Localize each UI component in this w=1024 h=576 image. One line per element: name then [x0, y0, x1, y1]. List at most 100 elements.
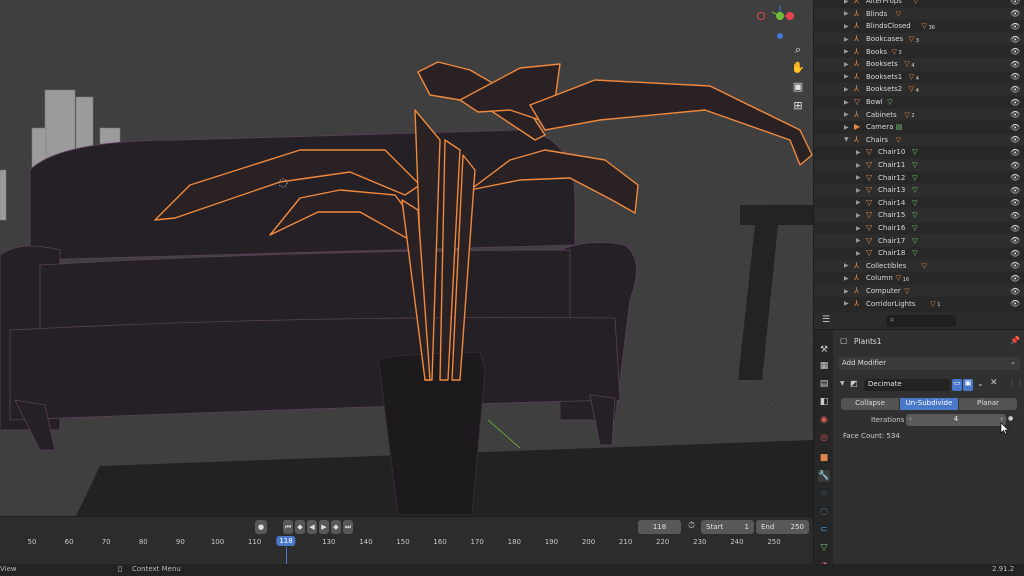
expand-triangle-icon[interactable]: ▶: [856, 225, 861, 232]
data-tab-icon[interactable]: ▽: [818, 542, 830, 554]
visibility-eye-icon[interactable]: 👁: [1010, 211, 1020, 220]
iterations-field[interactable]: ‹ 4 ›: [906, 414, 1006, 426]
modifier-dropdown-icon[interactable]: ⌄: [977, 379, 984, 388]
editor-type-icon[interactable]: ☰: [822, 315, 836, 327]
view-layer-tab-icon[interactable]: ◧: [818, 396, 830, 408]
playhead[interactable]: 118: [276, 536, 296, 546]
expand-triangle-open-icon[interactable]: ▼: [844, 136, 849, 143]
visibility-eye-icon[interactable]: 👁: [1010, 274, 1020, 283]
show-in-editmode-icon[interactable]: ▭: [952, 379, 962, 391]
expand-triangle-icon[interactable]: ▶: [844, 288, 849, 295]
visibility-eye-icon[interactable]: 👁: [1010, 224, 1020, 233]
expand-triangle-icon[interactable]: ▶: [844, 0, 849, 5]
expand-triangle-icon[interactable]: ▶: [856, 237, 861, 244]
collapse-triangle-icon[interactable]: ▼: [840, 380, 845, 387]
show-in-viewport-icon[interactable]: ▣: [963, 379, 973, 391]
timeline-panel[interactable]: ● ⏮ ◆ ◀ ▶ ◆ ⏭ 118 ⏱ Start 1 End 250 50 60 70…: [0, 516, 813, 565]
play-reverse-icon[interactable]: ◀: [307, 520, 317, 534]
keying-record-icon[interactable]: ●: [255, 520, 267, 534]
visibility-eye-icon[interactable]: 👁: [1010, 236, 1020, 245]
visibility-eye-icon[interactable]: 👁: [1010, 0, 1020, 6]
expand-triangle-icon[interactable]: ▶: [856, 212, 861, 219]
outliner-item[interactable]: ▼ ⅄ Chairs ▽ 👁: [814, 133, 1024, 147]
jump-to-keyframe-prev-icon[interactable]: ◆: [295, 520, 305, 534]
visibility-eye-icon[interactable]: 👁: [1010, 35, 1020, 44]
expand-triangle-icon[interactable]: ▶: [844, 10, 849, 17]
outliner-item[interactable]: ▶ ▽ Chair12 ▽ 👁: [814, 171, 1024, 184]
mode-collapse-tab[interactable]: Collapse: [841, 398, 899, 410]
outliner-item[interactable]: ▶ ▽ Chair13 ▽ 👁: [814, 184, 1024, 197]
stopwatch-icon[interactable]: ⏱: [688, 521, 695, 531]
properties-panel[interactable]: ☰ ⌕ ⚒ ▦ ▤ ◧ ◉ ◎ ■ 🔧 ⁘ ◌ ⊂ ▽ ◕ ▢ Plants1 …: [813, 312, 1024, 571]
expand-triangle-icon[interactable]: ▶: [856, 187, 861, 194]
outliner-item[interactable]: ▶ ⅄ Computer ▽ 👁: [814, 284, 1024, 298]
visibility-eye-icon[interactable]: 👁: [1010, 72, 1020, 81]
expand-triangle-icon[interactable]: ▶: [844, 23, 849, 30]
play-icon[interactable]: ▶: [319, 520, 329, 534]
mode-unsubdivide-tab[interactable]: Un-Subdivide: [900, 398, 958, 410]
visibility-eye-icon[interactable]: 👁: [1010, 249, 1020, 258]
perspective-grid-icon[interactable]: ⊞: [789, 98, 807, 114]
outliner-item[interactable]: ▶ ▶ Camera ▤ 👁: [814, 121, 1024, 134]
pan-hand-icon[interactable]: ✋: [789, 60, 807, 76]
start-frame-field[interactable]: Start 1: [701, 520, 754, 534]
object-tab-icon[interactable]: ■: [818, 452, 830, 464]
particles-tab-icon[interactable]: ⁘: [818, 488, 830, 500]
expand-triangle-icon[interactable]: ▶: [844, 275, 849, 282]
remove-modifier-close-icon[interactable]: ✕: [990, 378, 998, 388]
zoom-icon[interactable]: ⌕: [789, 42, 807, 58]
outliner-item[interactable]: ▶ ▽ Chair15 ▽ 👁: [814, 209, 1024, 222]
visibility-eye-icon[interactable]: 👁: [1010, 161, 1020, 170]
expand-triangle-icon[interactable]: ▶: [844, 124, 849, 131]
viewport-scene[interactable]: [0, 0, 813, 516]
visibility-eye-icon[interactable]: 👁: [1010, 85, 1020, 94]
expand-triangle-icon[interactable]: ▶: [844, 99, 849, 106]
expand-triangle-icon[interactable]: ▶: [844, 61, 849, 68]
visibility-eye-icon[interactable]: 👁: [1010, 299, 1020, 308]
outliner-item[interactable]: ▶ ▽ Chair11 ▽ 👁: [814, 158, 1024, 172]
camera-view-icon[interactable]: ▣: [789, 79, 807, 95]
outliner-item[interactable]: ▶ ⅄ Books ▽ 3 👁: [814, 45, 1024, 58]
visibility-eye-icon[interactable]: 👁: [1010, 22, 1020, 31]
visibility-eye-icon[interactable]: 👁: [1010, 98, 1020, 107]
visibility-eye-icon[interactable]: 👁: [1010, 9, 1020, 18]
world-tab-icon[interactable]: ◎: [818, 432, 830, 444]
modifier-tab-icon[interactable]: 🔧: [818, 470, 830, 482]
visibility-eye-icon[interactable]: 👁: [1010, 173, 1020, 182]
outliner-item[interactable]: ▶ ⅄ Booksets1 ▽ 4 👁: [814, 71, 1024, 84]
outliner-item[interactable]: ▶ ▽ Chair10 ▽ 👁: [814, 146, 1024, 159]
modifier-name-field[interactable]: Decimate: [864, 379, 950, 391]
add-modifier-dropdown[interactable]: Add Modifier ⌄: [838, 357, 1020, 370]
outliner-item[interactable]: ▶ ▽ Chair16 ▽ 👁: [814, 222, 1024, 235]
expand-triangle-icon[interactable]: ▶: [856, 174, 861, 181]
outliner-item[interactable]: ▶ ⅄ Bookcases ▽ 3 👁: [814, 32, 1024, 46]
outliner-item[interactable]: ▶ ⅄ AlterProps ▽ 👁: [814, 0, 1024, 8]
visibility-eye-icon[interactable]: 👁: [1010, 110, 1020, 119]
expand-triangle-icon[interactable]: ▶: [844, 300, 849, 307]
outliner-item[interactable]: ▶ ▽ Chair17 ▽ 👁: [814, 234, 1024, 247]
output-tab-icon[interactable]: ▤: [818, 378, 830, 390]
visibility-eye-icon[interactable]: 👁: [1010, 47, 1020, 56]
outliner-item[interactable]: ▶ ⅄ Column ▽ 16 👁: [814, 272, 1024, 285]
outliner-item[interactable]: ▶ ⅄ Booksets2 ▽ 4 👁: [814, 83, 1024, 96]
physics-tab-icon[interactable]: ◌: [818, 506, 830, 518]
expand-triangle-icon[interactable]: ▶: [844, 73, 849, 80]
navigation-gizmo[interactable]: [757, 2, 807, 42]
expand-triangle-icon[interactable]: ▶: [856, 199, 861, 206]
visibility-eye-icon[interactable]: 👁: [1010, 135, 1020, 144]
3d-viewport[interactable]: ⌕ ✋ ▣ ⊞: [0, 0, 813, 516]
visibility-eye-icon[interactable]: 👁: [1010, 198, 1020, 207]
constraints-tab-icon[interactable]: ⊂: [818, 524, 830, 536]
current-frame-field[interactable]: 118: [638, 520, 681, 534]
outliner-item[interactable]: ▶ ⅄ CorridorLights ▽ 1 👁: [814, 297, 1024, 310]
drag-handle-icon[interactable]: ⋮⋮: [1008, 378, 1024, 387]
pin-icon[interactable]: 📌: [1010, 336, 1020, 345]
outliner-item[interactable]: ▶ ⅄ BlindsClosed ▽ 36 👁: [814, 20, 1024, 33]
visibility-eye-icon[interactable]: 👁: [1010, 123, 1020, 132]
render-tab-icon[interactable]: ▦: [818, 360, 830, 372]
expand-triangle-icon[interactable]: ▶: [856, 250, 861, 257]
mode-planar-tab[interactable]: Planar: [959, 398, 1017, 410]
expand-triangle-icon[interactable]: ▶: [844, 86, 849, 93]
visibility-eye-icon[interactable]: 👁: [1010, 261, 1020, 270]
outliner-item[interactable]: ▶ ⅄ Collectibles ▽ 👁: [814, 259, 1024, 273]
